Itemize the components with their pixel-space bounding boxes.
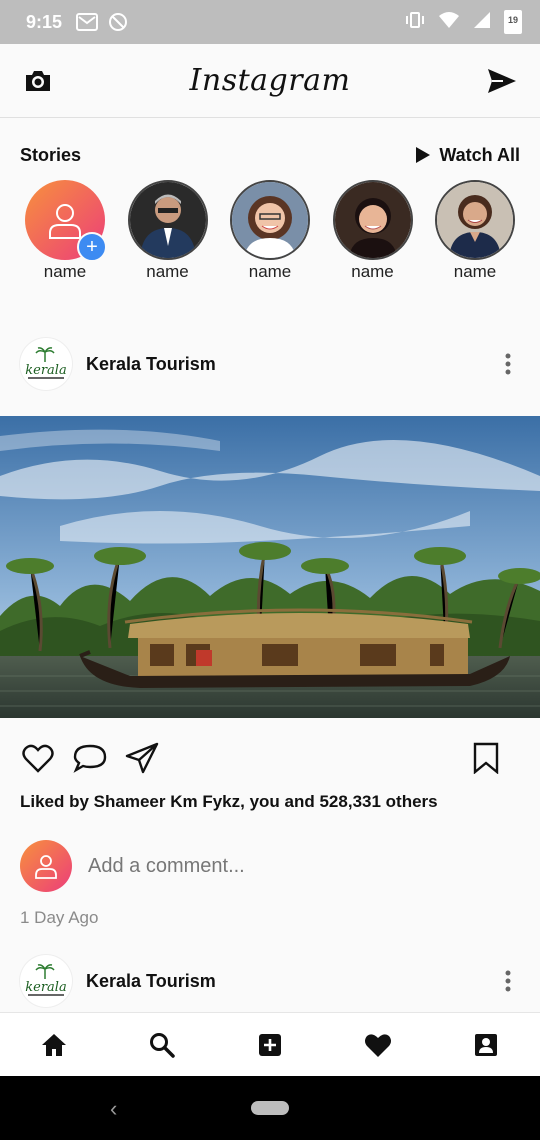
avatar-photo (334, 182, 411, 258)
app-bar: Instagram (0, 44, 540, 118)
send-icon (487, 68, 516, 93)
share-button[interactable] (124, 740, 160, 776)
likes-text[interactable]: Liked by Shameer Km Fykz, you and 528,33… (20, 792, 438, 812)
watch-all-button[interactable]: Watch All (415, 145, 520, 166)
more-options-button[interactable] (496, 961, 520, 1001)
stories-row: + name name name name name (20, 180, 520, 286)
post-header: kerala Kerala Tourism (20, 954, 520, 1008)
stories-header: Stories Watch All (20, 142, 520, 168)
add-story-button[interactable]: + (77, 232, 107, 262)
battery-level: 19 (507, 15, 518, 25)
avatar-photo (437, 182, 513, 258)
share-icon (125, 742, 159, 774)
home-pill[interactable] (251, 1101, 289, 1115)
post-header: kerala Kerala Tourism (20, 337, 520, 391)
story-avatar (230, 180, 310, 260)
comment-row (20, 839, 520, 893)
comment-icon (73, 744, 107, 773)
story-item[interactable]: name (123, 180, 213, 286)
add-post-icon (259, 1034, 281, 1056)
heart-outline-icon (22, 744, 54, 773)
nav-activity[interactable] (360, 1027, 396, 1063)
story-name: name (146, 262, 189, 281)
post-image[interactable] (0, 416, 540, 718)
comment-button[interactable] (72, 740, 108, 776)
gmail-icon (76, 13, 99, 31)
kerala-tourism-logo[interactable]: kerala (20, 955, 72, 1007)
story-item[interactable]: name (430, 180, 520, 286)
direct-message-button[interactable] (484, 63, 520, 99)
status-bar: 9:15 19 (0, 0, 540, 44)
story-name: name (248, 262, 292, 281)
comment-input[interactable] (86, 853, 490, 879)
system-navigation-bar: ‹ (0, 1076, 540, 1140)
current-user-avatar (20, 840, 72, 892)
story-avatar (332, 180, 413, 260)
battery-icon: 19 (504, 10, 522, 34)
story-item[interactable]: name (225, 180, 315, 286)
save-button[interactable] (468, 740, 504, 776)
play-icon (416, 147, 431, 163)
app-title: Instagram (189, 63, 351, 98)
user-placeholder-icon (35, 855, 57, 879)
signal-icon (472, 11, 492, 34)
profile-icon (475, 1034, 497, 1056)
svg-text:kerala: kerala (25, 980, 66, 995)
activity-heart-icon (365, 1034, 391, 1057)
more-vertical-icon (505, 353, 511, 375)
avatar-photo (129, 182, 206, 258)
nav-add-post[interactable] (252, 1027, 288, 1063)
story-avatar: + (25, 180, 107, 262)
post-author[interactable]: Kerala Tourism (86, 971, 216, 992)
like-button[interactable] (20, 740, 56, 776)
search-icon (150, 1033, 175, 1058)
camera-icon (26, 70, 50, 91)
vibrate-icon (404, 11, 426, 34)
watch-all-label: Watch All (439, 144, 520, 165)
post-timestamp: 1 Day Ago (20, 908, 99, 927)
bookmark-icon (473, 742, 499, 774)
camera-button[interactable] (20, 63, 56, 99)
nav-home[interactable] (36, 1027, 72, 1063)
kerala-tourism-logo[interactable]: kerala (20, 338, 72, 390)
nav-profile[interactable] (468, 1027, 504, 1063)
story-name: name (453, 262, 497, 281)
stories-title: Stories (20, 144, 82, 165)
story-name: name (43, 262, 87, 281)
story-item[interactable]: + name (20, 180, 110, 286)
more-options-button[interactable] (496, 344, 520, 384)
story-item[interactable]: name (328, 180, 418, 286)
status-time: 9:15 (26, 11, 63, 32)
home-icon (42, 1034, 66, 1056)
do-not-disturb-icon (108, 12, 128, 32)
svg-text:kerala: kerala (25, 363, 66, 378)
post-actions (20, 738, 520, 778)
story-avatar (435, 180, 515, 260)
more-vertical-icon (505, 970, 511, 992)
nav-search[interactable] (144, 1027, 180, 1063)
avatar-photo (232, 182, 308, 258)
wifi-icon (438, 11, 460, 34)
bottom-navigation (0, 1012, 540, 1077)
story-avatar (127, 180, 208, 260)
story-name: name (351, 262, 394, 281)
post-author[interactable]: Kerala Tourism (86, 354, 216, 375)
back-icon[interactable]: ‹ (110, 1096, 117, 1122)
